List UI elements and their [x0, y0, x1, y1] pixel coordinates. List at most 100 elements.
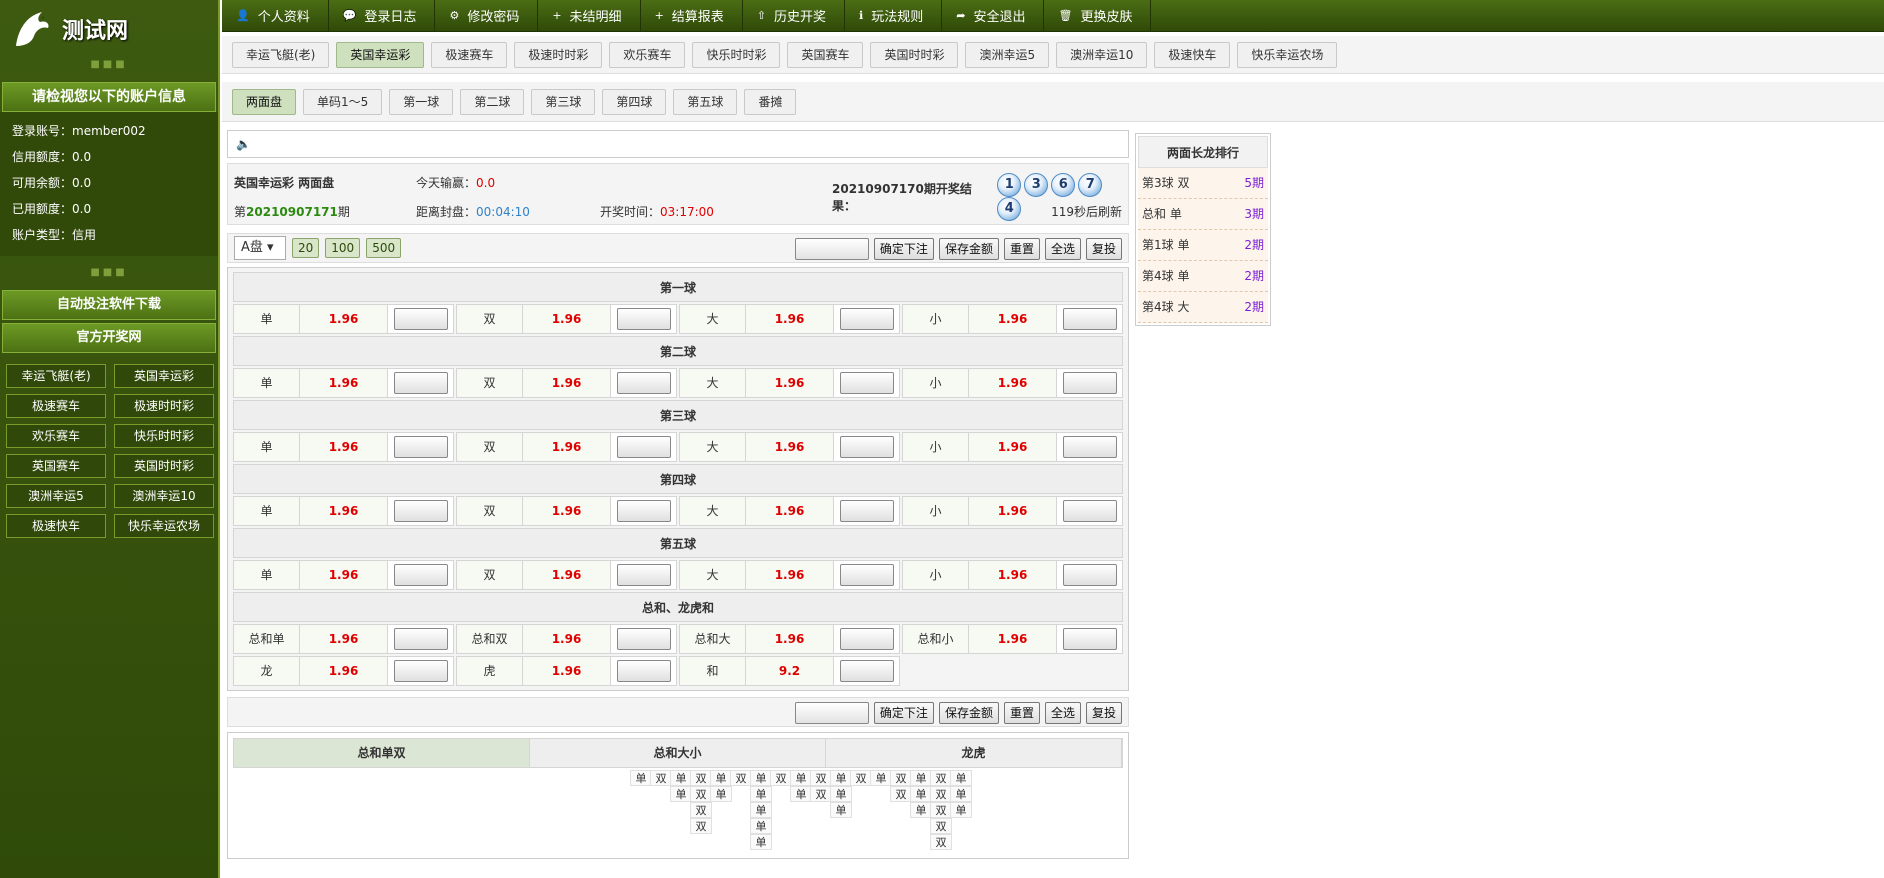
sub-tab[interactable]: 第三球	[531, 88, 596, 115]
bet-amount-input[interactable]	[393, 372, 448, 394]
bet-amount-input[interactable]	[839, 436, 894, 458]
sub-tab[interactable]: 单码1～5	[303, 88, 383, 115]
sidebar-game-link[interactable]: 澳洲幸运10	[114, 484, 214, 508]
repeat-button[interactable]: 复投	[1085, 702, 1122, 724]
bet-amount-input[interactable]	[616, 564, 671, 586]
bet-amount-input[interactable]	[1062, 628, 1117, 650]
game-tab[interactable]: 英国赛车	[787, 41, 864, 68]
reset-button[interactable]: 重置	[1003, 238, 1040, 260]
bet-amount-input[interactable]	[393, 436, 448, 458]
bet-amount-input[interactable]	[616, 500, 671, 522]
bet-amount-input[interactable]	[393, 628, 448, 650]
game-tab[interactable]: 澳洲幸运5	[965, 41, 1050, 68]
plate-select[interactable]: A盘 ▾	[234, 236, 286, 260]
sidebar-game-link[interactable]: 快乐时时彩	[114, 424, 214, 448]
sub-tab[interactable]: 第四球	[602, 88, 667, 115]
amount-input[interactable]	[794, 238, 869, 260]
account-info-label: 已用额度：	[12, 202, 73, 216]
bet-amount-input[interactable]	[839, 372, 894, 394]
topnav-item[interactable]: ➦ 安全退出	[942, 0, 1045, 31]
sidebar-game-link[interactable]: 极速时时彩	[114, 394, 214, 418]
sidebar-game-link[interactable]: 快乐幸运农场	[114, 514, 214, 538]
quick-amount-button[interactable]: 20	[292, 238, 320, 258]
sidebar-game-link[interactable]: 英国赛车	[6, 454, 106, 478]
game-tab[interactable]: 快乐时时彩	[692, 41, 781, 68]
topnav-item[interactable]: + 结算报表	[641, 0, 743, 31]
topnav-item[interactable]: 🗑 更换皮肤	[1044, 0, 1152, 31]
game-tab[interactable]: 英国幸运彩	[336, 41, 425, 68]
trend-tab[interactable]: 总和单双	[234, 739, 530, 767]
trend-column: 双	[650, 770, 672, 786]
quick-amount-button[interactable]: 100	[325, 238, 361, 258]
bet-amount-input[interactable]	[393, 564, 448, 586]
sub-tab[interactable]: 第五球	[673, 88, 738, 115]
game-tab[interactable]: 欢乐赛车	[609, 41, 686, 68]
save-amount-button[interactable]: 保存金额	[938, 238, 999, 260]
game-tab[interactable]: 英国时时彩	[870, 41, 959, 68]
bet-amount-input[interactable]	[839, 564, 894, 586]
sidebar-game-link[interactable]: 澳洲幸运5	[6, 484, 106, 508]
refresh-countdown[interactable]: 119秒后刷新	[1051, 203, 1122, 220]
bet-amount-input[interactable]	[616, 436, 671, 458]
game-tab[interactable]: 极速时时彩	[514, 41, 603, 68]
topnav-item[interactable]: ℹ 玩法规则	[845, 0, 943, 31]
trend-cell: 双	[930, 818, 952, 834]
sidebar-game-link[interactable]: 极速快车	[6, 514, 106, 538]
bet-amount-input[interactable]	[616, 660, 671, 682]
bet-amount-input[interactable]	[839, 660, 894, 682]
topnav-item[interactable]: ⚙ 修改密码	[435, 0, 539, 31]
bet-odds: 1.96	[523, 657, 611, 685]
quick-amount-button[interactable]: 500	[366, 238, 402, 258]
game-tab[interactable]: 澳洲幸运10	[1056, 41, 1148, 68]
odds-row: 单 1.96 双 1.96 大 1.96 小 1.96	[233, 496, 1123, 526]
bet-amount-input[interactable]	[839, 308, 894, 330]
sub-tab[interactable]: 番摊	[744, 88, 797, 115]
sub-tab[interactable]: 两面盘	[232, 88, 297, 115]
select-all-button[interactable]: 全选	[1044, 238, 1081, 260]
bet-amount-input[interactable]	[1062, 564, 1117, 586]
topnav-item[interactable]: 💬 登录日志	[329, 0, 436, 31]
sidebar-game-link[interactable]: 英国时时彩	[114, 454, 214, 478]
bet-amount-input[interactable]	[393, 308, 448, 330]
game-tab[interactable]: 极速快车	[1154, 41, 1231, 68]
amount-input[interactable]	[794, 702, 869, 724]
save-amount-button[interactable]: 保存金额	[938, 702, 999, 724]
quick-amounts: 20 100 500	[286, 238, 402, 258]
game-tab[interactable]: 极速赛车	[431, 41, 508, 68]
official-draw-button[interactable]: 官方开奖网	[2, 323, 216, 353]
bet-amount-input[interactable]	[616, 628, 671, 650]
repeat-button[interactable]: 复投	[1085, 238, 1122, 260]
topnav-item[interactable]: ⇧ 历史开奖	[743, 0, 846, 31]
bet-amount-input[interactable]	[616, 372, 671, 394]
topnav-item[interactable]: 👤 个人资料	[222, 0, 329, 31]
trend-tab[interactable]: 龙虎	[826, 739, 1122, 767]
sub-tab[interactable]: 第二球	[460, 88, 525, 115]
bet-amount-input[interactable]	[1062, 308, 1117, 330]
bet-amount-input[interactable]	[1062, 436, 1117, 458]
bet-amount-input[interactable]	[616, 308, 671, 330]
bet-label: 总和小	[903, 625, 969, 653]
trend-column: 单单	[790, 770, 812, 802]
sidebar-game-link[interactable]: 幸运飞艇(老)	[6, 364, 106, 388]
sub-tab[interactable]: 第一球	[389, 88, 454, 115]
reset-button[interactable]: 重置	[1003, 702, 1040, 724]
bet-amount-input[interactable]	[839, 628, 894, 650]
bet-amount-input[interactable]	[393, 660, 448, 682]
odds-cell: 小 1.96	[902, 496, 1123, 526]
sidebar-game-link[interactable]: 英国幸运彩	[114, 364, 214, 388]
sidebar-game-link[interactable]: 欢乐赛车	[6, 424, 106, 448]
bet-amount-input[interactable]	[1062, 500, 1117, 522]
select-all-button[interactable]: 全选	[1044, 702, 1081, 724]
download-software-button[interactable]: 自动投注软件下载	[2, 290, 216, 320]
sidebar-game-link[interactable]: 极速赛车	[6, 394, 106, 418]
bet-amount-input[interactable]	[1062, 372, 1117, 394]
confirm-button[interactable]: 确定下注	[873, 702, 934, 724]
game-tab[interactable]: 快乐幸运农场	[1237, 41, 1338, 68]
confirm-button[interactable]: 确定下注	[873, 238, 934, 260]
trend-tab[interactable]: 总和大小	[530, 739, 826, 767]
game-tab[interactable]: 幸运飞艇(老)	[232, 41, 330, 68]
topnav-item[interactable]: + 未结明细	[538, 0, 641, 31]
bet-amount-input[interactable]	[393, 500, 448, 522]
bet-amount-input[interactable]	[839, 500, 894, 522]
bet-odds: 1.96	[523, 369, 611, 397]
